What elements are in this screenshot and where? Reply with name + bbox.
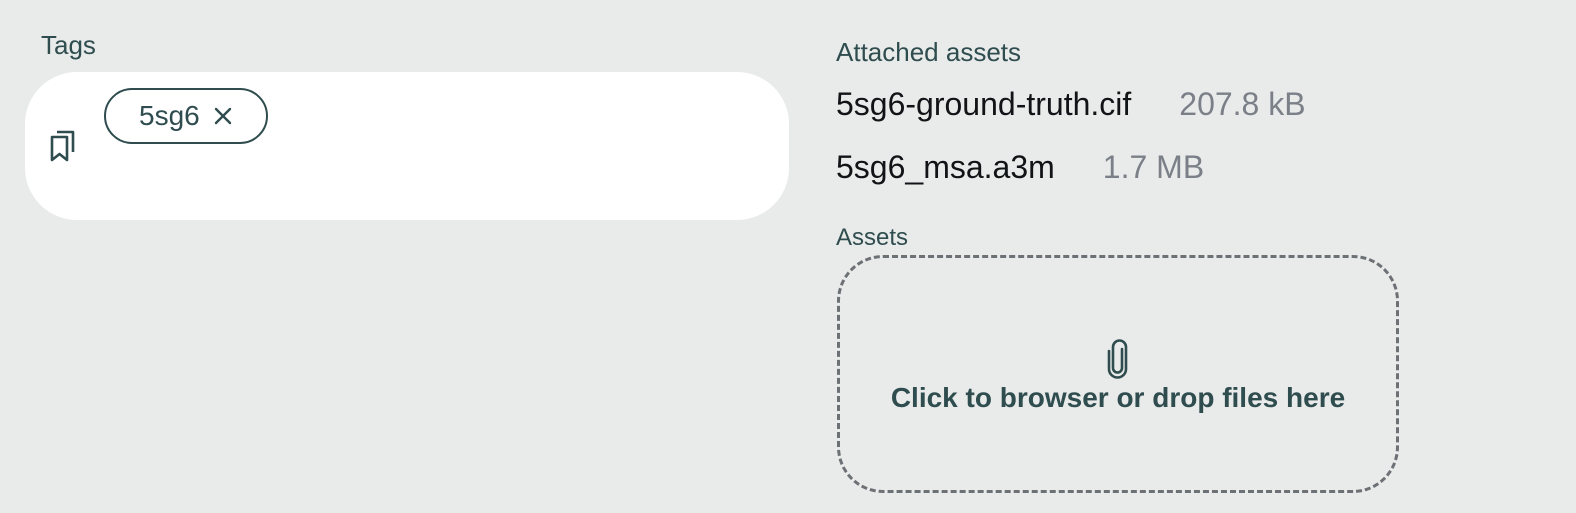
file-dropzone[interactable]: Click to browser or drop files here (837, 255, 1399, 493)
attached-file-row: 5sg6_msa.a3m 1.7 MB (836, 148, 1204, 186)
paperclip-icon (1106, 339, 1130, 379)
tag-chip-label: 5sg6 (139, 100, 200, 131)
attached-file-row: 5sg6-ground-truth.cif 207.8 kB (836, 85, 1306, 123)
attached-file-size: 1.7 MB (1102, 149, 1205, 185)
attached-file-name[interactable]: 5sg6_msa.a3m (836, 148, 1055, 186)
attached-assets-title: Attached assets (836, 37, 1021, 67)
tags-label: Tags (41, 30, 96, 60)
attached-file-name[interactable]: 5sg6-ground-truth.cif (836, 85, 1131, 123)
attached-file-size: 207.8 kB (1179, 86, 1306, 122)
tag-chip: 5sg6 (104, 88, 268, 144)
assets-label: Assets (836, 224, 909, 251)
close-icon[interactable] (212, 105, 234, 127)
dropzone-text: Click to browser or drop files here (890, 382, 1346, 413)
bookmarks-icon (48, 128, 78, 162)
tags-input[interactable]: 5sg6 (25, 72, 789, 220)
